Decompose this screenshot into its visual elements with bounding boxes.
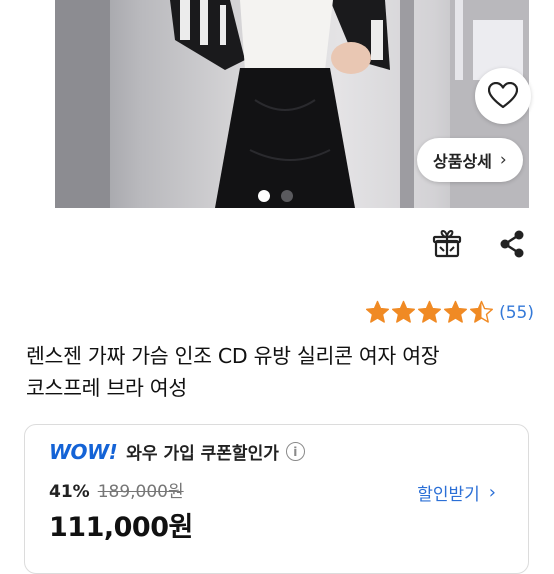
- product-image-gallery[interactable]: 상품상세 ›: [0, 0, 554, 208]
- get-discount-label: 할인받기: [417, 485, 480, 505]
- product-detail-label: 상품상세: [433, 152, 492, 171]
- final-price: 111,000원: [49, 512, 193, 543]
- product-title-line-1: 렌스젠 가짜 가슴 인조 CD 유방 실리콘 여자 여장: [26, 344, 440, 368]
- gift-icon[interactable]: [431, 228, 463, 260]
- product-title-line-2: 코스프레 브라 여성: [26, 376, 187, 400]
- share-icon[interactable]: [497, 228, 527, 260]
- star-icon: [444, 300, 468, 323]
- gallery-dot[interactable]: [281, 190, 293, 202]
- chevron-right-icon: ›: [488, 482, 496, 503]
- product-rating[interactable]: (55): [365, 300, 534, 325]
- star-icon: [418, 300, 442, 323]
- gallery-pagination: [258, 190, 293, 202]
- coupon-row: WOW! 와우 가입 쿠폰할인가 i: [49, 439, 305, 464]
- star-rating: [365, 300, 494, 325]
- coupon-price-label: 와우 가입 쿠폰할인가: [126, 444, 279, 464]
- original-price: 189,000원: [97, 482, 184, 502]
- chevron-right-icon: ›: [499, 150, 507, 170]
- star-icon: [366, 300, 390, 323]
- price-card: WOW! 와우 가입 쿠폰할인가 i 41% 189,000원 할인받기 › 1…: [24, 424, 529, 574]
- discount-percent: 41%: [49, 482, 90, 502]
- info-icon[interactable]: i: [285, 442, 305, 461]
- wishlist-button[interactable]: [475, 68, 531, 124]
- product-detail-button[interactable]: 상품상세 ›: [417, 138, 523, 182]
- product-title: 렌스젠 가짜 가슴 인조 CD 유방 실리콘 여자 여장 코스프레 브라 여성: [26, 340, 536, 404]
- discount-row: 41% 189,000원: [49, 477, 184, 502]
- star-icon: [470, 300, 494, 323]
- wow-logo: WOW!: [49, 439, 118, 464]
- review-count[interactable]: (55): [499, 303, 534, 323]
- heart-icon: [488, 82, 518, 109]
- star-icon: [392, 300, 416, 323]
- gallery-dot-active[interactable]: [258, 190, 270, 202]
- get-discount-button[interactable]: 할인받기 ›: [417, 480, 496, 505]
